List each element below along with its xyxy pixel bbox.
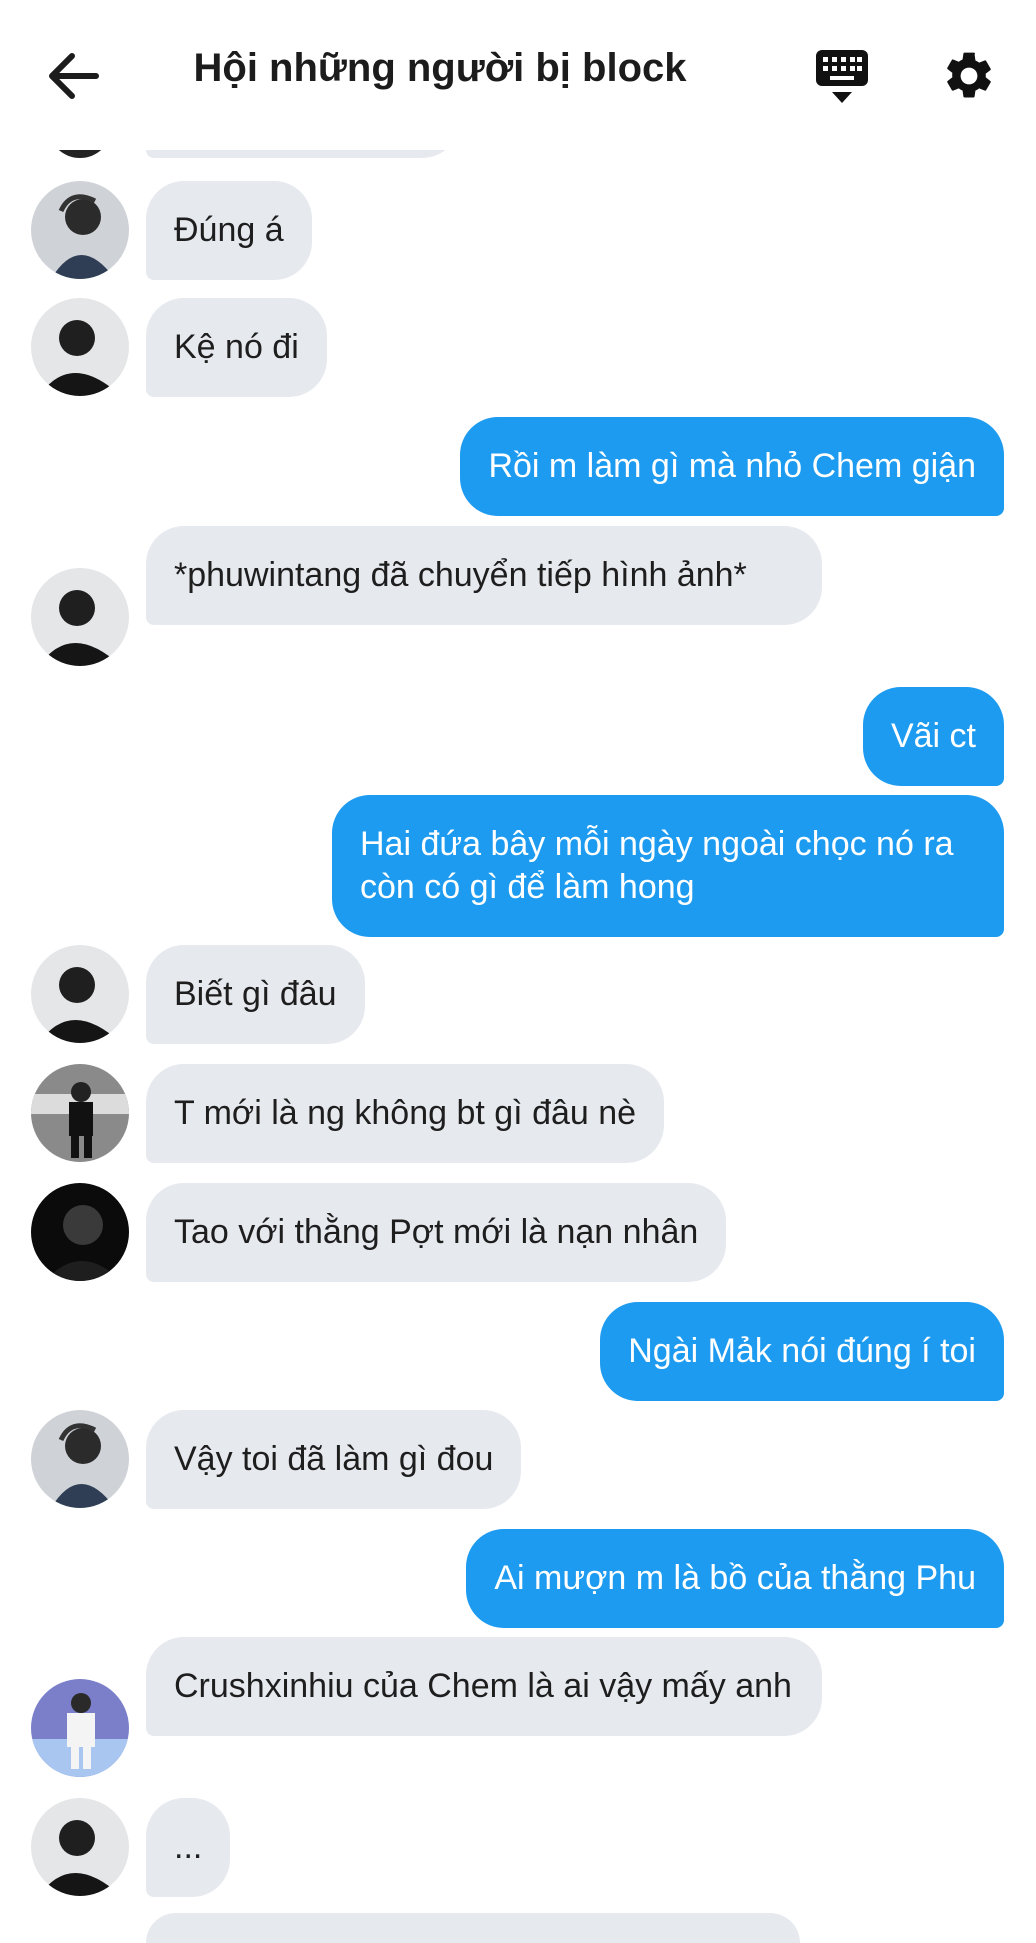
arrow-left-icon xyxy=(49,53,99,99)
avatar-photo-icon xyxy=(31,1183,129,1281)
avatar[interactable] xyxy=(31,568,129,666)
message-bubble[interactable]: Ngài Mảk nói đúng í toi xyxy=(600,1302,1004,1401)
message-bubble[interactable]: *phuwintang đã chuyển tiếp hình ảnh* xyxy=(146,526,822,625)
message-bubble[interactable]: ... xyxy=(146,1798,231,1897)
avatar[interactable] xyxy=(31,1410,129,1508)
avatar-photo-icon xyxy=(31,1798,129,1896)
avatar-photo-icon xyxy=(31,1410,129,1508)
message-bubble[interactable]: Hai đứa bây mỗi ngày ngoài chọc nó ra cò… xyxy=(332,795,1004,937)
avatar[interactable] xyxy=(31,1064,129,1162)
message-bubble-partial xyxy=(146,1913,800,1943)
message-bubble[interactable]: Tao với thằng Pợt mới là nạn nhân xyxy=(146,1183,727,1282)
avatar[interactable] xyxy=(31,1798,129,1896)
chat-title: Hội những người bị block xyxy=(193,46,687,90)
gear-icon xyxy=(947,52,991,98)
avatar-photo-icon xyxy=(31,298,129,396)
message-bubble[interactable]: Crushxinhiu của Chem là ai vậy mấy anh xyxy=(146,1637,822,1736)
avatar[interactable] xyxy=(31,181,129,279)
settings-button[interactable] xyxy=(941,48,997,104)
avatar[interactable] xyxy=(31,1679,129,1777)
avatar-photo-icon xyxy=(31,1064,129,1162)
chat-header: Hội những người bị block xyxy=(0,0,1036,150)
avatar-photo-icon xyxy=(31,568,129,666)
message-bubble[interactable]: Vãi ct xyxy=(862,687,1004,786)
message-bubble[interactable]: Vậy toi đã làm gì đou xyxy=(146,1410,522,1509)
avatar-photo-icon xyxy=(31,945,129,1043)
keyboard-button[interactable] xyxy=(812,48,872,106)
keyboard-icon xyxy=(816,50,868,103)
avatar[interactable] xyxy=(31,1183,129,1281)
avatar-photo-icon xyxy=(31,1679,129,1777)
avatar-photo-icon xyxy=(31,181,129,279)
back-button[interactable] xyxy=(46,50,102,102)
message-bubble[interactable]: Kệ nó đi xyxy=(146,298,327,397)
message-bubble[interactable]: Ai mượn m là bồ của thằng Phu xyxy=(466,1529,1004,1628)
message-bubble[interactable]: T mới là ng không bt gì đâu nè xyxy=(146,1064,665,1163)
message-bubble[interactable]: Rồi m làm gì mà nhỏ Chem giận xyxy=(460,417,1004,516)
avatar[interactable] xyxy=(31,945,129,1043)
message-bubble[interactable]: Biết gì đâu xyxy=(146,945,365,1044)
avatar[interactable] xyxy=(31,298,129,396)
message-bubble[interactable]: Đúng á xyxy=(146,181,312,280)
